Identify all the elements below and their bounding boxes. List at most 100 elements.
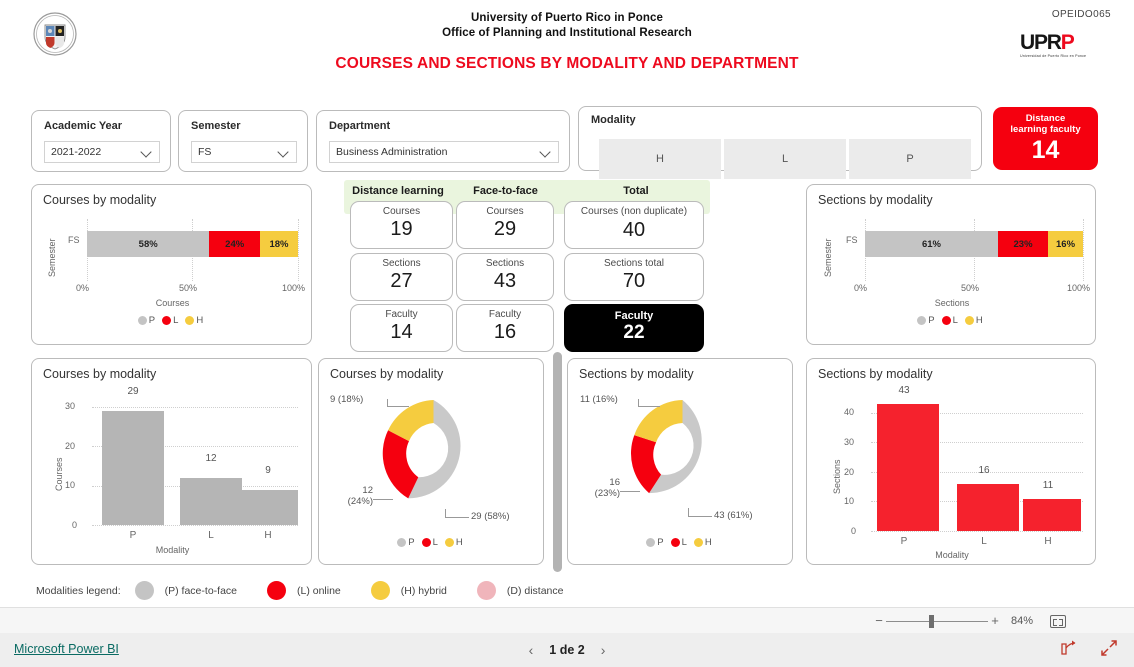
- kpi-label: Courses (non duplicate): [580, 206, 688, 217]
- column-bar-p[interactable]: [877, 403, 939, 531]
- legend-item-p[interactable]: P: [137, 315, 155, 326]
- legend-item-l[interactable]: L: [670, 537, 687, 548]
- zoom-slider-thumb[interactable]: [929, 614, 934, 628]
- chart-sections-column[interactable]: Sections by modality 43 16 11 0 10 20 30…: [806, 358, 1096, 565]
- bar-value-label-p: 43: [898, 385, 910, 396]
- share-icon[interactable]: [1060, 639, 1078, 662]
- y-tick: 20: [844, 467, 855, 477]
- kpi-facetoface-courses[interactable]: Courses 29: [456, 201, 554, 249]
- legend-item-h[interactable]: H: [693, 537, 712, 548]
- next-page-button[interactable]: ›: [601, 642, 606, 658]
- zoom-in-button[interactable]: +: [988, 608, 1002, 634]
- legend-label-p: P: [657, 537, 664, 548]
- chart-sections-stacked-bar[interactable]: Sections by modality Semester FS 61% 23%…: [806, 184, 1096, 345]
- y-tick: 0: [851, 526, 857, 536]
- previous-page-button[interactable]: ‹: [529, 642, 534, 658]
- kpi-value: 70: [622, 270, 646, 292]
- leader-line: [445, 517, 469, 518]
- slicer-department-dropdown[interactable]: Business Administration: [329, 141, 559, 163]
- gridline: [298, 219, 299, 281]
- column-bar-h[interactable]: [240, 489, 298, 525]
- modalities-legend-item-p: (P) face-to-face: [134, 581, 237, 600]
- slicer-academic-year-dropdown[interactable]: 2021-2022: [44, 141, 160, 163]
- bar-segment-h[interactable]: 16%: [1048, 231, 1083, 257]
- kpi-distance-sections[interactable]: Sections 27: [350, 253, 453, 301]
- column-bar-p[interactable]: [102, 410, 164, 525]
- gridline: [871, 531, 1083, 532]
- kpi-distance-courses[interactable]: Courses 19: [350, 201, 453, 249]
- legend-item-p[interactable]: P: [397, 537, 415, 548]
- footer-actions: [1060, 633, 1118, 667]
- legend-item-l[interactable]: L: [162, 315, 178, 326]
- bar-value-label-h: 11: [1042, 480, 1054, 491]
- chart-courses-stacked-bar[interactable]: Courses by modality Semester FS 58% 24% …: [31, 184, 312, 345]
- column-bar-h[interactable]: [1023, 498, 1081, 531]
- kpi-total-faculty[interactable]: Faculty 22: [564, 304, 704, 352]
- leader-line: [620, 491, 640, 492]
- stacked-bar[interactable]: 61% 23% 16%: [865, 231, 1083, 257]
- donut[interactable]: [376, 395, 491, 510]
- donut[interactable]: [625, 395, 740, 510]
- bar-segment-p[interactable]: 58%: [87, 231, 210, 257]
- modality-tile-l[interactable]: L: [724, 139, 846, 179]
- legend-item-p[interactable]: P: [646, 537, 664, 548]
- stacked-bar[interactable]: 58% 24% 18%: [87, 231, 298, 257]
- x-axis-label: Courses: [155, 298, 190, 308]
- legend-item-h[interactable]: H: [444, 537, 463, 548]
- leader-line: [688, 516, 712, 517]
- modality-tile-p[interactable]: P: [849, 139, 971, 179]
- x-axis-label: Modality: [155, 545, 190, 555]
- donut-label-h: 11 (16%): [580, 394, 618, 405]
- legend-label-p: P: [928, 315, 935, 326]
- fit-to-page-icon[interactable]: [1050, 614, 1066, 628]
- legend-item-h[interactable]: H: [185, 315, 203, 326]
- gridline: [1083, 219, 1084, 281]
- bar-segment-l[interactable]: 23%: [997, 231, 1049, 257]
- zoom-out-button[interactable]: −: [872, 608, 886, 634]
- bar-segment-l[interactable]: 24%: [209, 231, 260, 257]
- kpi-distance-faculty[interactable]: Faculty 14: [350, 304, 453, 352]
- x-tick: 50%: [179, 283, 198, 293]
- legend-item-h[interactable]: H: [964, 315, 983, 326]
- fullscreen-icon[interactable]: [1100, 639, 1118, 662]
- bar-segment-h[interactable]: 18%: [260, 231, 298, 257]
- chart-legend: P L H: [319, 537, 545, 548]
- zoom-slider[interactable]: [886, 614, 988, 628]
- gridline: [92, 525, 298, 526]
- slicer-semester[interactable]: Semester FS: [178, 110, 308, 172]
- chevron-down-icon: [278, 146, 290, 158]
- kpi-total-sections[interactable]: Sections total 70: [564, 253, 704, 301]
- x-axis-label: Modality: [935, 550, 969, 560]
- legend-item-p[interactable]: P: [917, 315, 935, 326]
- report-header: University of Puerto Rico in Ponce Offic…: [0, 0, 1134, 88]
- leader-line: [638, 406, 660, 407]
- slicer-semester-label: Semester: [191, 120, 241, 132]
- zoom-control[interactable]: − + 84%: [872, 608, 1066, 634]
- report-footer: Microsoft Power BI ‹ 1 de 2 ›: [0, 633, 1134, 667]
- kpi-distance-learning-faculty[interactable]: Distance learning faculty 14: [993, 107, 1098, 170]
- chart-courses-column[interactable]: Courses by modality 29 12 9 0 10 20 30 C…: [31, 358, 312, 565]
- legend-item-l[interactable]: L: [941, 315, 958, 326]
- slicer-department[interactable]: Department Business Administration: [316, 110, 570, 172]
- report-body: Academic Year 2021-2022 Semester FS Depa…: [0, 88, 1134, 607]
- bar-value-label-l: 12: [205, 453, 217, 464]
- chart-sections-donut[interactable]: Sections by modality 11 (16%) 16 (23%) 43…: [567, 358, 793, 565]
- kpi-facetoface-sections[interactable]: Sections 43: [456, 253, 554, 301]
- kpi-facetoface-faculty[interactable]: Faculty 16: [456, 304, 554, 352]
- modalities-legend-item-d: (D) distance: [476, 581, 563, 600]
- category-label-l: L: [981, 536, 987, 547]
- modality-tile-h[interactable]: H: [599, 139, 721, 179]
- slicer-academic-year[interactable]: Academic Year 2021-2022: [31, 110, 171, 172]
- column-bar-l[interactable]: [180, 477, 242, 525]
- chevron-down-icon: [141, 146, 153, 158]
- legend-item-l[interactable]: L: [421, 537, 438, 548]
- kpi-summary-panel: Distance learning Face-to-face Total Cou…: [344, 180, 710, 358]
- slicer-modality[interactable]: Modality H L P: [578, 106, 982, 179]
- chart-courses-donut[interactable]: Courses by modality 9 (18%) 12 (24%) 29 (…: [318, 358, 544, 565]
- bar-segment-p[interactable]: 61%: [865, 231, 998, 257]
- kpi-value: 19: [390, 218, 413, 240]
- column-bar-l[interactable]: [957, 483, 1019, 531]
- vertical-scrollbar[interactable]: [553, 352, 562, 572]
- slicer-semester-dropdown[interactable]: FS: [191, 141, 297, 163]
- kpi-total-courses-nonduplicate[interactable]: Courses (non duplicate) 40: [564, 201, 704, 249]
